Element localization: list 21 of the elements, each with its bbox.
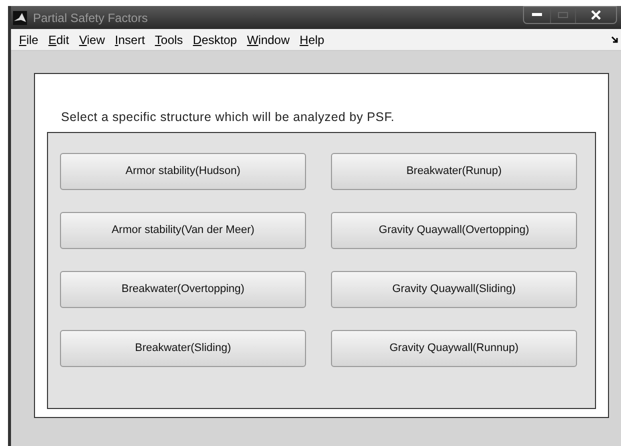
panel-label: Select a specific structure which will be analyzed by PSF. xyxy=(61,109,396,126)
structure-button[interactable]: Gravity Quaywall(Runnup) xyxy=(331,330,577,367)
menu-item[interactable]: Tools xyxy=(150,30,187,48)
window-title: Partial Safety Factors xyxy=(33,10,148,26)
structure-button[interactable]: Armor stability(Van der Meer) xyxy=(60,212,306,249)
structure-button[interactable]: Breakwater(Runup) xyxy=(331,152,577,190)
structure-button[interactable]: Armor stability(Hudson) xyxy=(60,152,306,190)
structure-button[interactable]: Gravity Quaywall(Overtopping) xyxy=(331,212,577,249)
menu-item[interactable]: Window xyxy=(242,30,294,48)
menu-item[interactable]: View xyxy=(75,30,109,48)
menu-item[interactable]: Edit xyxy=(44,30,74,48)
menu-item[interactable]: Insert xyxy=(110,30,149,48)
structure-button[interactable]: Breakwater(Sliding) xyxy=(60,330,306,367)
app-logo-icon xyxy=(13,10,27,24)
structure-button[interactable]: Breakwater(Overtopping) xyxy=(60,270,306,308)
menu-item[interactable]: File xyxy=(15,30,42,48)
structure-button[interactable]: Gravity Quaywall(Sliding) xyxy=(331,270,577,308)
menu-item[interactable]: Help xyxy=(296,30,328,48)
dock-arrow-icon[interactable] xyxy=(611,36,619,44)
menu-item[interactable]: Desktop xyxy=(188,30,241,48)
close-icon xyxy=(591,10,601,20)
